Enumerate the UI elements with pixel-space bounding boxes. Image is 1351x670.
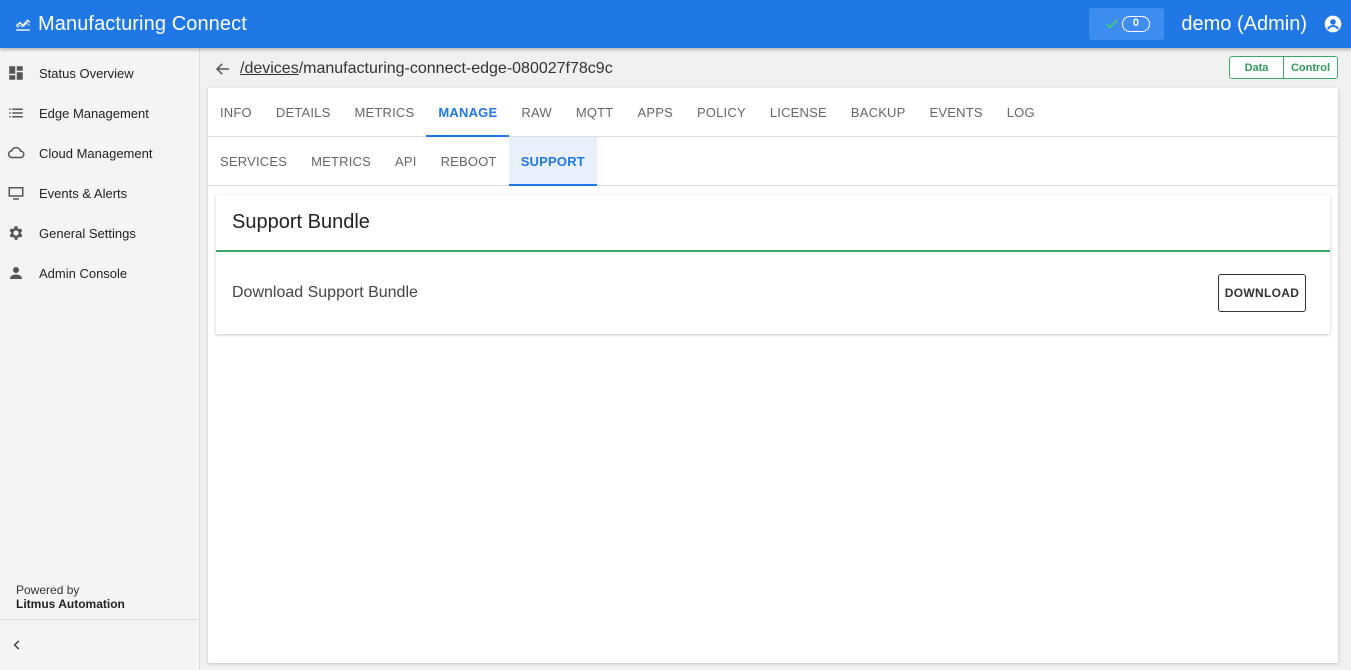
chart-line-icon [15,19,31,31]
chevron-left-icon [13,640,20,650]
status-count-badge: 0 [1121,16,1150,32]
sidebar-item-label: General Settings [39,225,136,241]
tab-log[interactable]: LOG [995,88,1047,136]
account-circle-icon[interactable] [1323,14,1343,34]
subtab-reboot[interactable]: REBOOT [429,137,509,185]
tab-events[interactable]: EVENTS [918,88,995,136]
tab-license[interactable]: LICENSE [758,88,839,136]
device-panel: INFO DETAILS METRICS MANAGE RAW MQTT APPS POLIC… [208,88,1338,663]
tab-metrics[interactable]: METRICS [342,88,426,136]
powered-by: Powered by Litmus Automation [16,583,125,611]
powered-by-label: Powered by [16,583,80,597]
breadcrumb: /devices /manufacturing-connect-edge-080… [214,56,613,82]
company-name: Litmus Automation [16,597,125,611]
subtab-api[interactable]: API [383,137,429,185]
gear-icon [9,226,23,240]
sidebar-item-status-overview[interactable]: Status Overview [0,53,199,93]
subtab-services[interactable]: SERVICES [208,137,299,185]
sidebar: Status Overview Edge Management Cloud Ma… [0,48,200,670]
brand[interactable]: Manufacturing Connect [14,13,247,36]
breadcrumb-devices-link[interactable]: /devices [240,60,299,78]
subtab-metrics[interactable]: METRICS [299,137,383,185]
sidebar-item-cloud-management[interactable]: Cloud Management [0,133,199,173]
tab-info[interactable]: INFO [208,88,264,136]
data-control-toggle: Data Control [1229,56,1338,79]
top-bar: Manufacturing Connect 0 demo (Admin) [0,0,1351,48]
card-title: Support Bundle [232,211,370,233]
download-support-bundle-label: Download Support Bundle [232,284,418,301]
download-button[interactable]: DOWNLOAD [1218,274,1306,312]
cloud-icon [7,146,25,159]
collapse-sidebar-button[interactable] [0,619,200,670]
monitor-icon [8,187,24,200]
status-button[interactable]: 0 [1089,8,1165,40]
app-title: Manufacturing Connect [38,12,247,35]
tab-apps[interactable]: APPS [625,88,684,136]
sidebar-item-events-alerts[interactable]: Events & Alerts [0,173,199,213]
tab-policy[interactable]: POLICY [685,88,758,136]
tab-manage[interactable]: MANAGE [426,88,510,137]
sidebar-item-label: Status Overview [39,65,134,81]
control-button[interactable]: Control [1283,57,1337,78]
support-bundle-card: Support Bundle Download Support Bundle D… [216,195,1330,334]
check-icon [1105,19,1118,29]
dashboard-icon [9,66,23,80]
list-icon [9,108,23,118]
sidebar-item-label: Admin Console [39,265,128,281]
tab-details[interactable]: DETAILS [264,88,343,136]
card-header: Support Bundle [216,195,1330,252]
card-body: Download Support Bundle DOWNLOAD [216,252,1330,334]
sidebar-item-label: Edge Management [39,105,149,121]
sidebar-item-admin-console[interactable]: Admin Console [0,253,199,293]
manage-subtabs: SERVICES METRICS API REBOOT SUPPORT [208,137,1338,186]
data-button[interactable]: Data [1230,57,1283,78]
sidebar-item-label: Events & Alerts [39,185,128,201]
arrow-back-icon[interactable] [214,60,232,78]
sidebar-item-edge-management[interactable]: Edge Management [0,93,199,133]
sidebar-item-general-settings[interactable]: General Settings [0,213,199,253]
tab-raw[interactable]: RAW [509,88,563,136]
sidebar-item-label: Cloud Management [39,145,153,161]
subtab-support[interactable]: SUPPORT [508,137,598,186]
breadcrumb-device-id: /manufacturing-connect-edge-080027f78c9c [298,60,613,77]
main-tabs: INFO DETAILS METRICS MANAGE RAW MQTT APPS POLIC… [208,88,1338,137]
tab-mqtt[interactable]: MQTT [564,88,626,136]
user-name[interactable]: demo (Admin) [1181,13,1307,36]
tab-backup[interactable]: BACKUP [839,88,918,136]
person-icon [10,267,22,279]
